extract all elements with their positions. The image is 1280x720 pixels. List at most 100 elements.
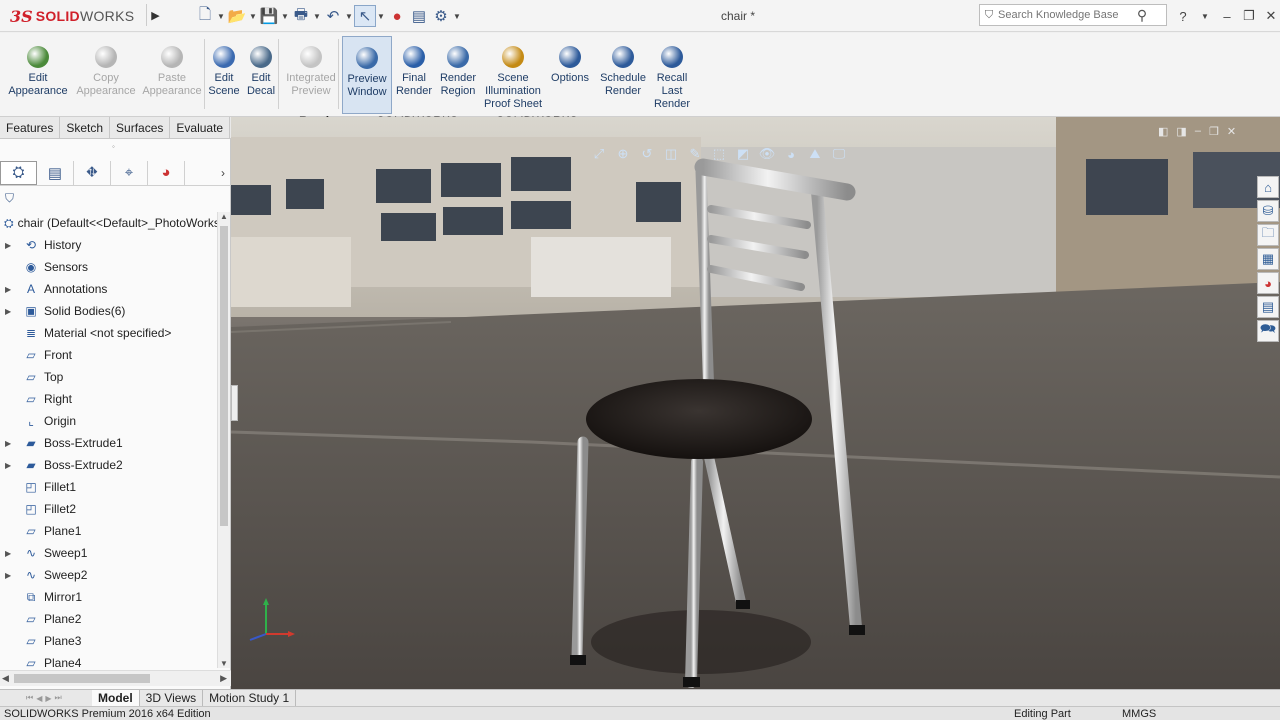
view-orientation-icon[interactable]: ⬚ xyxy=(710,145,728,163)
ribbon-button-final-render[interactable]: Final Render xyxy=(394,36,434,114)
tree-item-origin[interactable]: ⌞ Origin xyxy=(0,410,217,432)
search-scope-icon[interactable]: ⛉ xyxy=(980,9,998,22)
ribbon-button-options[interactable]: Options xyxy=(548,36,592,114)
tree-item-sweep1[interactable]: ▶ ∿ Sweep1 xyxy=(0,542,217,564)
view-palette-icon[interactable]: ▦ xyxy=(1257,248,1279,270)
tree-item-annotations[interactable]: ▶ A Annotations xyxy=(0,278,217,300)
tree-item-plane4[interactable]: ▱ Plane4 xyxy=(0,652,217,668)
zoom-to-fit-icon[interactable]: ⤢ xyxy=(590,145,608,163)
custom-properties-icon[interactable]: ▤ xyxy=(1257,296,1279,318)
tab-motion-study-1[interactable]: Motion Study 1 xyxy=(203,690,297,706)
expand-arrow-icon[interactable]: ▶ xyxy=(0,285,14,294)
restore-icon[interactable]: ❐ xyxy=(1238,8,1260,24)
zoom-area-icon[interactable]: ⊕ xyxy=(614,145,632,163)
tree-root-part[interactable]: ⛭ chair (Default<<Default>_PhotoWorks xyxy=(0,212,217,234)
view-settings-icon[interactable]: 🖵 xyxy=(830,145,848,163)
expand-arrow-icon[interactable]: ▶ xyxy=(0,549,14,558)
expand-arrow-icon[interactable]: ▶ xyxy=(0,241,14,250)
scroll-down-icon[interactable]: ▼ xyxy=(220,659,228,668)
display-style-icon[interactable]: ◩ xyxy=(734,145,752,163)
viewport-nav-left-icon[interactable]: ◧ xyxy=(1158,125,1168,138)
tab-evaluate[interactable]: Evaluate xyxy=(170,117,231,139)
next-tab-icon[interactable]: ▶ xyxy=(45,694,51,703)
ribbon-button-recall-last-render[interactable]: Recall Last Render xyxy=(650,36,694,114)
search-input[interactable] xyxy=(998,9,1128,21)
tab-surfaces[interactable]: Surfaces xyxy=(110,117,171,139)
tree-item-sensors[interactable]: ◉ Sensors xyxy=(0,256,217,278)
feature-manager-tab-icon[interactable]: ⛭ xyxy=(0,160,37,185)
file-explorer-icon[interactable]: 🗀 xyxy=(1257,224,1279,246)
scroll-left-icon[interactable]: ◀ xyxy=(2,673,9,684)
tree-item-plane3[interactable]: ▱ Plane3 xyxy=(0,630,217,652)
ribbon-button-edit-decal[interactable]: Edit Decal xyxy=(242,36,280,114)
appearances-scenes-icon[interactable]: ◕ xyxy=(1257,272,1279,294)
tab-scroll-arrows[interactable]: ⏮ ◀ ▶ ⏭ xyxy=(0,690,92,706)
hide-show-items-icon[interactable]: 👁 xyxy=(758,145,776,163)
previous-view-icon[interactable]: ↺ xyxy=(638,145,656,163)
display-manager-tab-icon[interactable]: ◕ xyxy=(148,160,185,185)
tree-item-top[interactable]: ▱ Top xyxy=(0,366,217,388)
section-view-icon[interactable]: ◫ xyxy=(662,145,680,163)
more-tabs-chevron-icon[interactable]: › xyxy=(221,166,225,180)
help-dropdown-icon[interactable]: ▼ xyxy=(1194,12,1216,21)
tree-item-right[interactable]: ▱ Right xyxy=(0,388,217,410)
tree-item-plane2[interactable]: ▱ Plane2 xyxy=(0,608,217,630)
property-manager-tab-icon[interactable]: ▤ xyxy=(37,160,74,185)
scroll-up-icon[interactable]: ▲ xyxy=(220,212,228,221)
search-knowledge-base[interactable]: ⛉ ⚲ xyxy=(979,4,1167,26)
viewport-restore-icon[interactable]: ❐ xyxy=(1209,125,1219,138)
tree-vertical-scrollbar[interactable]: ▲ ▼ xyxy=(217,212,230,668)
viewport-close-icon[interactable]: ✕ xyxy=(1227,125,1236,138)
ribbon-button-edit-appearance[interactable]: Edit Appearance xyxy=(4,36,72,114)
tab-sketch[interactable]: Sketch xyxy=(60,117,111,139)
minimize-icon[interactable]: – xyxy=(1216,9,1238,24)
viewport-minimize-icon[interactable]: – xyxy=(1195,125,1201,138)
dimxpert-manager-tab-icon[interactable]: ⌖ xyxy=(111,160,148,185)
graphics-area[interactable] xyxy=(231,117,1280,689)
ribbon-button-edit-scene[interactable]: Edit Scene xyxy=(206,36,242,114)
ribbon-button-render-region[interactable]: Render Region xyxy=(436,36,480,114)
tab-3d-views[interactable]: 3D Views xyxy=(140,690,204,706)
expand-arrow-icon[interactable]: ▶ xyxy=(0,571,14,580)
tree-item-material-not-specified[interactable]: ≣ Material <not specified> xyxy=(0,322,217,344)
panel-grip-icon[interactable]: ◦ xyxy=(112,142,115,151)
tree-item-history[interactable]: ▶ ⟲ History xyxy=(0,234,217,256)
expand-arrow-icon[interactable]: ▶ xyxy=(0,461,14,470)
scroll-thumb[interactable] xyxy=(220,226,228,526)
dynamic-annotation-icon[interactable]: ✎ xyxy=(686,145,704,163)
tab-model[interactable]: Model xyxy=(92,690,140,706)
scroll-right-icon[interactable]: ▶ xyxy=(220,673,227,684)
first-tab-icon[interactable]: ⏮ xyxy=(26,693,33,703)
close-icon[interactable]: ✕ xyxy=(1260,8,1280,24)
panel-splitter[interactable] xyxy=(231,385,238,421)
tree-item-solid-bodies-6[interactable]: ▶ ▣ Solid Bodies(6) xyxy=(0,300,217,322)
tree-item-mirror1[interactable]: ⧉ Mirror1 xyxy=(0,586,217,608)
tree-item-sweep2[interactable]: ▶ ∿ Sweep2 xyxy=(0,564,217,586)
ribbon-button-schedule-render[interactable]: Schedule Render xyxy=(596,36,650,114)
filter-icon[interactable]: ⛉ xyxy=(5,191,14,206)
tree-item-boss-extrude2[interactable]: ▶ ▰ Boss-Extrude2 xyxy=(0,454,217,476)
last-tab-icon[interactable]: ⏭ xyxy=(55,693,62,703)
edit-appearance-icon[interactable]: ◕ xyxy=(782,145,800,163)
tree-item-front[interactable]: ▱ Front xyxy=(0,344,217,366)
solidworks-resources-icon[interactable]: ⌂ xyxy=(1257,176,1279,198)
tree-item-fillet1[interactable]: ◰ Fillet1 xyxy=(0,476,217,498)
ribbon-button-preview-window[interactable]: Preview Window xyxy=(342,36,392,114)
tree-item-boss-extrude1[interactable]: ▶ ▰ Boss-Extrude1 xyxy=(0,432,217,454)
tab-features[interactable]: Features xyxy=(0,117,61,139)
viewport-nav-right-icon[interactable]: ◨ xyxy=(1176,125,1186,138)
expand-arrow-icon[interactable]: ▶ xyxy=(0,439,14,448)
expand-arrow-icon[interactable]: ▶ xyxy=(0,307,14,316)
help-icon[interactable]: ? xyxy=(1172,9,1194,24)
prev-tab-icon[interactable]: ◀ xyxy=(36,694,42,703)
configuration-manager-tab-icon[interactable]: ⛖ xyxy=(74,160,111,185)
design-library-icon[interactable]: ⛁ xyxy=(1257,200,1279,222)
search-icon[interactable]: ⚲ xyxy=(1128,7,1156,24)
ribbon-button-scene-illumination-proof-sheet[interactable]: Scene Illumination Proof Sheet xyxy=(482,36,544,114)
tree-horizontal-scrollbar[interactable]: ◀ ▶ xyxy=(0,670,231,686)
tree-item-fillet2[interactable]: ◰ Fillet2 xyxy=(0,498,217,520)
scroll-thumb[interactable] xyxy=(14,674,150,683)
apply-scene-icon[interactable]: ⛰ xyxy=(806,145,824,163)
tree-item-plane1[interactable]: ▱ Plane1 xyxy=(0,520,217,542)
forum-icon[interactable]: 🗪 xyxy=(1257,320,1279,342)
